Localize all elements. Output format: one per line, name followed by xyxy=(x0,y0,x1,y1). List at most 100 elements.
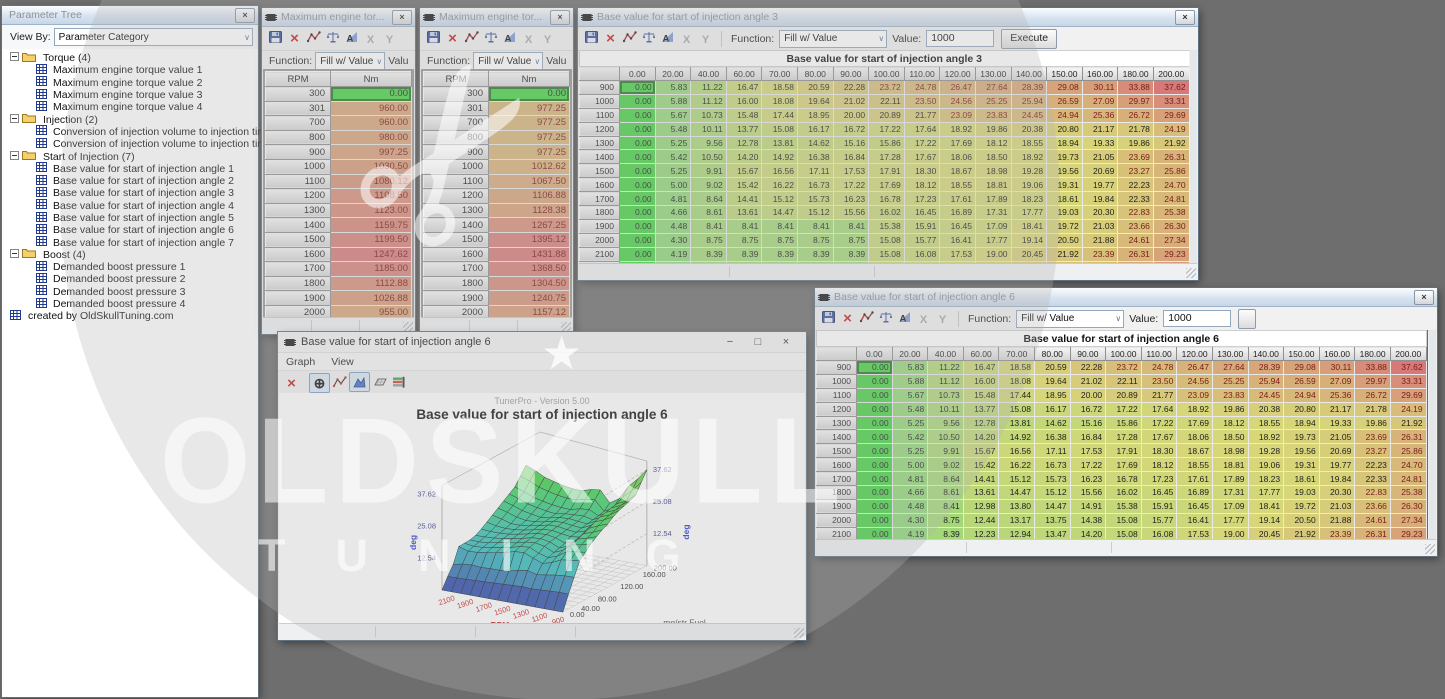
table-cell[interactable]: 20.69 xyxy=(1319,444,1355,458)
table-cell[interactable]: 29.69 xyxy=(1390,388,1426,402)
table-cell[interactable]: 16.73 xyxy=(797,178,833,192)
table-cell[interactable]: 21.92 xyxy=(1390,416,1426,430)
table-cell[interactable]: 26.47 xyxy=(940,81,976,95)
table-cell[interactable]: 980.00 xyxy=(331,130,412,145)
table-cell[interactable]: 15.38 xyxy=(1106,499,1142,513)
table-cell[interactable]: 15.67 xyxy=(963,444,999,458)
table-cell[interactable]: 14.41 xyxy=(963,472,999,486)
table-cell[interactable]: 17.44 xyxy=(999,388,1035,402)
table-cell[interactable]: 16.41 xyxy=(940,233,976,247)
table-cell[interactable]: 8.39 xyxy=(762,247,798,261)
tree-item[interactable]: Base value for start of injection angle … xyxy=(6,200,258,212)
table-cell[interactable]: 10.11 xyxy=(928,402,964,416)
scales-icon[interactable] xyxy=(876,308,895,326)
table-cell[interactable]: 0.00 xyxy=(857,513,893,527)
table-cell[interactable]: 18.55 xyxy=(1248,416,1284,430)
table-cell[interactable]: 0.00 xyxy=(857,361,893,375)
table-cell[interactable]: 1112.88 xyxy=(331,276,412,291)
table-cell[interactable]: 24.61 xyxy=(1118,233,1154,247)
table-cell[interactable]: 14.62 xyxy=(797,136,833,150)
table-cell[interactable]: 8.41 xyxy=(833,219,869,233)
table-cell[interactable]: 18.06 xyxy=(1177,430,1213,444)
column-header[interactable]: 40.00 xyxy=(928,347,964,361)
resize-grip[interactable] xyxy=(794,628,804,638)
table-cell[interactable]: 0.00 xyxy=(857,430,893,444)
axis-label-icon[interactable]: A xyxy=(658,28,677,46)
table-cell[interactable]: 1106.88 xyxy=(489,189,570,204)
table-cell[interactable]: 15.77 xyxy=(1141,513,1177,527)
column-header[interactable]: 200.00 xyxy=(1153,67,1189,81)
table-cell[interactable]: 16.23 xyxy=(833,192,869,206)
table-cell[interactable]: 977.25 xyxy=(489,130,570,145)
collapse-icon[interactable] xyxy=(10,114,19,126)
wireframe-chart-icon[interactable] xyxy=(370,373,389,391)
table-cell[interactable]: 8.75 xyxy=(928,513,964,527)
table-cell[interactable]: 23.66 xyxy=(1355,499,1391,513)
table-cell[interactable]: 19.06 xyxy=(1248,458,1284,472)
table-cell[interactable]: 16.56 xyxy=(762,164,798,178)
table-cell[interactable]: 21.78 xyxy=(1355,402,1391,416)
table-cell[interactable]: 13.81 xyxy=(999,416,1035,430)
row-header[interactable]: 1500 xyxy=(580,164,620,178)
table-cell[interactable]: 18.58 xyxy=(762,81,798,95)
table-cell[interactable]: 5.88 xyxy=(892,374,928,388)
table-cell[interactable]: 17.22 xyxy=(1141,416,1177,430)
graph-icon[interactable] xyxy=(620,28,639,46)
row-header[interactable]: 1500 xyxy=(817,444,857,458)
table-cell[interactable]: 19.03 xyxy=(1284,486,1320,500)
table-cell[interactable]: 19.33 xyxy=(1319,416,1355,430)
table-cell[interactable]: 18.61 xyxy=(1284,472,1320,486)
table-cell[interactable]: 25.94 xyxy=(1011,94,1047,108)
table-cell[interactable]: 26.30 xyxy=(1153,219,1189,233)
table-cell[interactable]: 5.25 xyxy=(892,416,928,430)
table-cell[interactable]: 8.75 xyxy=(726,233,762,247)
column-header[interactable]: Nm xyxy=(489,72,570,87)
column-header[interactable]: 90.00 xyxy=(1070,347,1106,361)
tree-group[interactable]: Injection (2) xyxy=(6,113,258,125)
table-cell[interactable]: 25.38 xyxy=(1153,206,1189,220)
table-cell[interactable]: 23.72 xyxy=(1106,361,1142,375)
table-cell[interactable]: 30.11 xyxy=(1319,361,1355,375)
table-cell[interactable]: 15.08 xyxy=(1106,513,1142,527)
table-cell[interactable]: 13.77 xyxy=(726,122,762,136)
table-cell[interactable]: 18.41 xyxy=(1248,499,1284,513)
table-cell[interactable]: 0.00 xyxy=(620,233,656,247)
table-cell[interactable]: 15.73 xyxy=(1034,472,1070,486)
table-cell[interactable]: 25.86 xyxy=(1390,444,1426,458)
table-cell[interactable]: 33.88 xyxy=(1355,361,1391,375)
table-cell[interactable]: 17.67 xyxy=(1141,430,1177,444)
row-header[interactable]: 1200 xyxy=(817,402,857,416)
table-cell[interactable]: 19.73 xyxy=(1284,430,1320,444)
table-cell[interactable]: 8.61 xyxy=(691,206,727,220)
table-cell[interactable]: 18.94 xyxy=(1284,416,1320,430)
table-cell[interactable]: 8.41 xyxy=(762,219,798,233)
table-cell[interactable]: 18.92 xyxy=(940,122,976,136)
table-cell[interactable]: 8.75 xyxy=(691,233,727,247)
table-cell[interactable]: 1185.00 xyxy=(331,262,412,277)
table-cell[interactable]: 9.91 xyxy=(928,444,964,458)
table-cell[interactable]: 15.48 xyxy=(963,388,999,402)
table-cell[interactable]: 15.08 xyxy=(869,247,905,261)
table-cell[interactable]: 18.98 xyxy=(1212,444,1248,458)
close-button[interactable]: × xyxy=(1414,290,1434,305)
table-cell[interactable]: 19.56 xyxy=(1047,164,1083,178)
table-cell[interactable]: 0.00 xyxy=(489,87,570,102)
table-cell[interactable]: 17.22 xyxy=(833,178,869,192)
table-cell[interactable]: 8.41 xyxy=(797,219,833,233)
table-cell[interactable]: 1240.75 xyxy=(489,291,570,306)
column-header[interactable]: 150.00 xyxy=(1284,347,1320,361)
titlebar[interactable]: Base value for start of injection angle … xyxy=(815,288,1437,307)
close-red-icon[interactable]: × xyxy=(838,310,857,328)
table-cell[interactable]: 1012.62 xyxy=(489,159,570,174)
table-cell[interactable]: 14.47 xyxy=(1034,499,1070,513)
table-cell[interactable]: 1128.38 xyxy=(489,203,570,218)
table-cell[interactable]: 11.22 xyxy=(928,361,964,375)
column-header[interactable]: RPM xyxy=(266,72,331,87)
table-cell[interactable]: 21.05 xyxy=(1082,150,1118,164)
table-cell[interactable]: 23.83 xyxy=(1212,388,1248,402)
table-cell[interactable]: 19.28 xyxy=(1011,164,1047,178)
table-cell[interactable]: 1247.62 xyxy=(331,247,412,262)
tree-item[interactable]: Demanded boost pressure 3 xyxy=(6,286,258,298)
row-header[interactable]: 1900 xyxy=(580,219,620,233)
table-cell[interactable]: 16.47 xyxy=(963,361,999,375)
